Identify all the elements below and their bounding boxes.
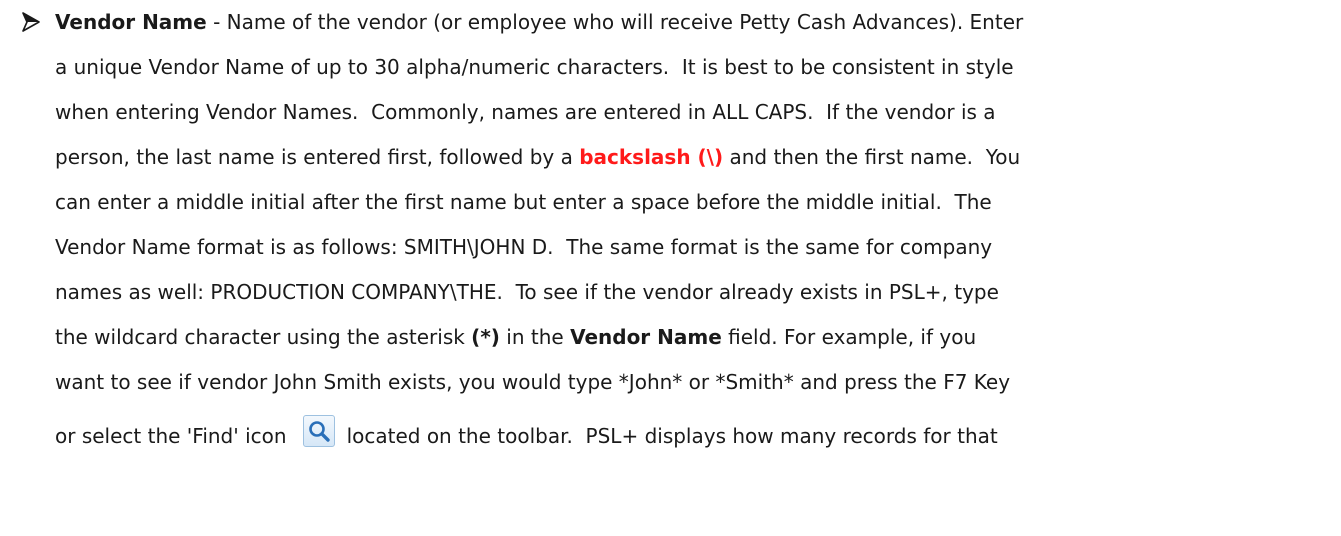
- body-text: want to see if vendor John Smith exists,…: [55, 370, 1011, 394]
- text-line: Vendor Name - Name of the vendor (or emp…: [55, 0, 1335, 45]
- arrow-bullet-icon: [20, 10, 42, 34]
- text-line: a unique Vendor Name of up to 30 alpha/n…: [55, 45, 1335, 90]
- body-text: or select the 'Find' icon: [55, 424, 287, 448]
- body-text: and then the first name. You: [723, 145, 1021, 169]
- body-text: field. For example, if you: [721, 325, 977, 349]
- body-text: can enter a middle initial after the fir…: [55, 190, 992, 214]
- text-line: names as well: PRODUCTION COMPANY\THE. T…: [55, 270, 1335, 315]
- text-line: when entering Vendor Names. Commonly, na…: [55, 90, 1335, 135]
- text-line: want to see if vendor John Smith exists,…: [55, 360, 1335, 405]
- bold-term: (*): [471, 325, 500, 349]
- text-line: can enter a middle initial after the fir…: [55, 180, 1335, 225]
- body-text: Vendor Name format is as follows: SMITH\…: [55, 235, 993, 259]
- vendor-name-paragraph: Vendor Name - Name of the vendor (or emp…: [55, 0, 1335, 467]
- text-line: person, the last name is entered first, …: [55, 135, 1335, 180]
- text-line: Vendor Name format is as follows: SMITH\…: [55, 225, 1335, 270]
- body-text: a unique Vendor Name of up to 30 alpha/n…: [55, 55, 1014, 79]
- document-page: Vendor Name - Name of the vendor (or emp…: [0, 0, 1341, 536]
- body-text: the wildcard character using the asteris…: [55, 325, 472, 349]
- body-text: in the: [499, 325, 571, 349]
- bold-term: Vendor Name: [570, 325, 722, 349]
- highlighted-term: backslash (\): [579, 145, 724, 169]
- body-text: when entering Vendor Names. Commonly, na…: [55, 100, 996, 124]
- body-text: - Name of the vendor (or employee who wi…: [206, 10, 1024, 34]
- body-text: person, the last name is entered first, …: [55, 145, 580, 169]
- text-line: the wildcard character using the asteris…: [55, 315, 1335, 360]
- bold-term: Vendor Name: [55, 10, 207, 34]
- body-text: located on the toolbar. PSL+ displays ho…: [346, 424, 998, 448]
- find-icon: [302, 415, 335, 447]
- text-line: or select the 'Find' icon located on the …: [55, 405, 1335, 467]
- body-text: names as well: PRODUCTION COMPANY\THE. T…: [55, 280, 999, 304]
